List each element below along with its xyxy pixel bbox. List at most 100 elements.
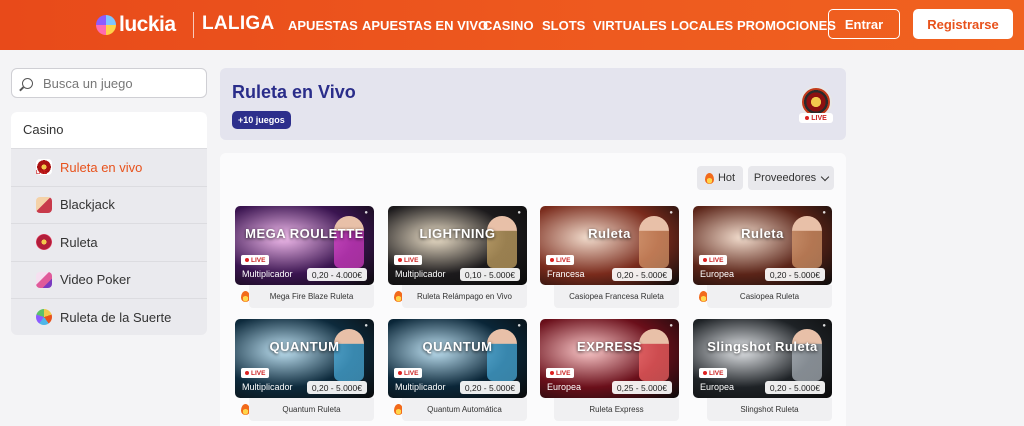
provider-logo: ● xyxy=(822,323,826,329)
sidebar-item-ruleta-de-la-suerte[interactable]: Ruleta de la Suerte xyxy=(11,298,207,335)
game-art-title: LIGHTNING xyxy=(419,226,496,241)
video-poker-icon xyxy=(36,271,52,288)
game-live-badge: LIVE xyxy=(394,368,423,378)
sidebar-section-title: Casino xyxy=(11,112,207,148)
providers-label: Proveedores xyxy=(753,172,817,184)
game-live-label: LIVE xyxy=(404,256,419,264)
game-art-title: QUANTUM xyxy=(422,339,493,354)
sidebar-item-label: Ruleta en vivo xyxy=(60,159,143,175)
game-search[interactable] xyxy=(11,68,207,98)
dealer-image xyxy=(334,216,364,268)
game-card[interactable]: ● Ruleta LIVE Europea 0,20 - 5.000€ Casiopea … xyxy=(693,206,832,308)
game-name[interactable]: Casiopea Ruleta xyxy=(707,285,832,308)
game-live-badge: LIVE xyxy=(546,255,575,265)
game-info-bar: Multiplicador 0,20 - 4.000€ xyxy=(235,267,374,282)
game-live-label: LIVE xyxy=(404,369,419,377)
provider-logo: ● xyxy=(669,323,673,329)
live-dot-icon xyxy=(398,258,402,262)
game-thumbnail[interactable]: ● Ruleta LIVE Francesa 0,20 - 5.000€ xyxy=(540,206,679,285)
game-type: Europea xyxy=(547,382,582,392)
game-art-title: Ruleta xyxy=(588,226,631,241)
live-dot-icon xyxy=(550,258,554,262)
live-dot-icon xyxy=(805,116,810,120)
game-thumbnail[interactable]: ● EXPRESS LIVE Europea 0,25 - 5.000€ xyxy=(540,319,679,398)
flame-icon xyxy=(704,172,714,184)
hot-filter-button[interactable]: Hot xyxy=(697,166,743,190)
provider-logo: ● xyxy=(517,323,521,329)
sidebar-item-label: Ruleta xyxy=(60,234,98,250)
game-live-label: LIVE xyxy=(556,256,571,264)
game-name[interactable]: Slingshot Ruleta xyxy=(707,398,832,421)
live-label: LIVE xyxy=(811,114,827,122)
providers-dropdown[interactable]: Proveedores xyxy=(748,166,834,190)
game-name[interactable]: Casiopea Francesa Ruleta xyxy=(554,285,679,308)
game-thumbnail[interactable]: ● Ruleta LIVE Europea 0,20 - 5.000€ xyxy=(693,206,832,285)
game-info-bar: Multiplicador 0,20 - 5.000€ xyxy=(388,380,527,395)
bet-range: 0,20 - 5.000€ xyxy=(459,381,520,394)
roulette-live-icon: LIVE xyxy=(36,159,52,176)
game-info-bar: Francesa 0,20 - 5.000€ xyxy=(540,267,679,282)
game-type: Multiplicador xyxy=(395,382,446,392)
game-thumbnail[interactable]: ● Slingshot Ruleta LIVE Europea 0,20 - 5.000… xyxy=(693,319,832,398)
category-sidebar: Casino LIVE Ruleta en vivo Blackjack Rul… xyxy=(11,112,207,335)
dealer-image xyxy=(487,329,517,381)
game-thumbnail[interactable]: ● LIGHTNING LIVE Multiplicador 0,10 - 5.000€ xyxy=(388,206,527,285)
register-button[interactable]: Registrarse xyxy=(913,9,1013,39)
game-card[interactable]: ● LIGHTNING LIVE Multiplicador 0,10 - 5.000€… xyxy=(388,206,527,308)
sidebar-item-blackjack[interactable]: Blackjack xyxy=(11,185,207,224)
top-header: luckia LALIGA APUESTAS APUESTAS EN VIVO … xyxy=(0,0,1024,50)
game-card[interactable]: ● MEGA ROULETTE LIVE Multiplicador 0,20 - 4.… xyxy=(235,206,374,308)
game-card[interactable]: ● QUANTUM LIVE Multiplicador 0,20 - 5.000€ Qu… xyxy=(388,319,527,421)
game-live-badge: LIVE xyxy=(546,368,575,378)
bet-range: 0,20 - 5.000€ xyxy=(306,381,367,394)
game-live-label: LIVE xyxy=(556,369,571,377)
dealer-image xyxy=(639,329,669,381)
game-type: Multiplicador xyxy=(242,269,293,279)
category-banner: Ruleta en Vivo +10 juegos LIVE xyxy=(220,68,846,140)
bet-range: 0,20 - 5.000€ xyxy=(764,268,825,281)
game-type: Europea xyxy=(700,269,735,279)
bet-range: 0,20 - 4.000€ xyxy=(306,268,367,281)
luckia-logo[interactable]: luckia xyxy=(96,12,176,38)
nav-casino[interactable]: CASINO xyxy=(483,18,534,33)
game-card[interactable]: ● Slingshot Ruleta LIVE Europea 0,20 - 5.000… xyxy=(693,319,832,421)
games-grid-panel: Hot Proveedores ● MEGA ROULETTE LIVE Multip… xyxy=(220,153,846,426)
game-thumbnail[interactable]: ● QUANTUM LIVE Multiplicador 0,20 - 5.000€ xyxy=(235,319,374,398)
game-name[interactable]: Quantum Automática xyxy=(402,398,527,421)
game-card[interactable]: ● Ruleta LIVE Francesa 0,20 - 5.000€ Casiopea… xyxy=(540,206,679,308)
game-art-title: EXPRESS xyxy=(577,339,642,354)
nav-locales[interactable]: LOCALES xyxy=(671,18,733,33)
sidebar-item-label: Ruleta de la Suerte xyxy=(60,309,172,325)
game-name[interactable]: Ruleta Relámpago en Vivo xyxy=(402,285,527,308)
search-input[interactable] xyxy=(43,75,193,91)
provider-logo: ● xyxy=(364,323,368,329)
login-button[interactable]: Entrar xyxy=(828,9,900,39)
laliga-logo[interactable]: LALIGA xyxy=(202,13,275,35)
sidebar-item-video-poker[interactable]: Video Poker xyxy=(11,260,207,299)
hot-filter-label: Hot xyxy=(717,172,736,184)
game-live-label: LIVE xyxy=(709,369,724,377)
logo-divider xyxy=(193,12,194,38)
game-name[interactable]: Quantum Ruleta xyxy=(249,398,374,421)
game-live-badge: LIVE xyxy=(699,368,728,378)
nav-slots[interactable]: SLOTS xyxy=(542,18,585,33)
nav-promociones[interactable]: PROMOCIONES xyxy=(737,18,836,33)
game-name[interactable]: Mega Fire Blaze Ruleta xyxy=(249,285,374,308)
nav-apuestas[interactable]: APUESTAS xyxy=(288,18,358,33)
nav-apuestas-en-vivo[interactable]: APUESTAS EN VIVO xyxy=(362,18,488,33)
game-info-bar: Multiplicador 0,20 - 5.000€ xyxy=(235,380,374,395)
wheel-of-fortune-icon xyxy=(36,309,52,326)
live-dot-icon xyxy=(550,371,554,375)
nav-virtuales[interactable]: VIRTUALES xyxy=(593,18,667,33)
game-card[interactable]: ● EXPRESS LIVE Europea 0,25 - 5.000€ Ruleta E… xyxy=(540,319,679,421)
sidebar-item-ruleta[interactable]: Ruleta xyxy=(11,223,207,261)
dealer-image xyxy=(792,329,822,381)
game-thumbnail[interactable]: ● MEGA ROULETTE LIVE Multiplicador 0,20 - 4.… xyxy=(235,206,374,285)
roulette-icon xyxy=(36,234,52,251)
game-thumbnail[interactable]: ● QUANTUM LIVE Multiplicador 0,20 - 5.000€ xyxy=(388,319,527,398)
page-title: Ruleta en Vivo xyxy=(232,82,356,102)
game-live-badge: LIVE xyxy=(241,255,270,265)
sidebar-item-ruleta-en-vivo[interactable]: LIVE Ruleta en vivo xyxy=(11,148,207,186)
game-card[interactable]: ● QUANTUM LIVE Multiplicador 0,20 - 5.000€ Qu… xyxy=(235,319,374,421)
game-name[interactable]: Ruleta Express xyxy=(554,398,679,421)
